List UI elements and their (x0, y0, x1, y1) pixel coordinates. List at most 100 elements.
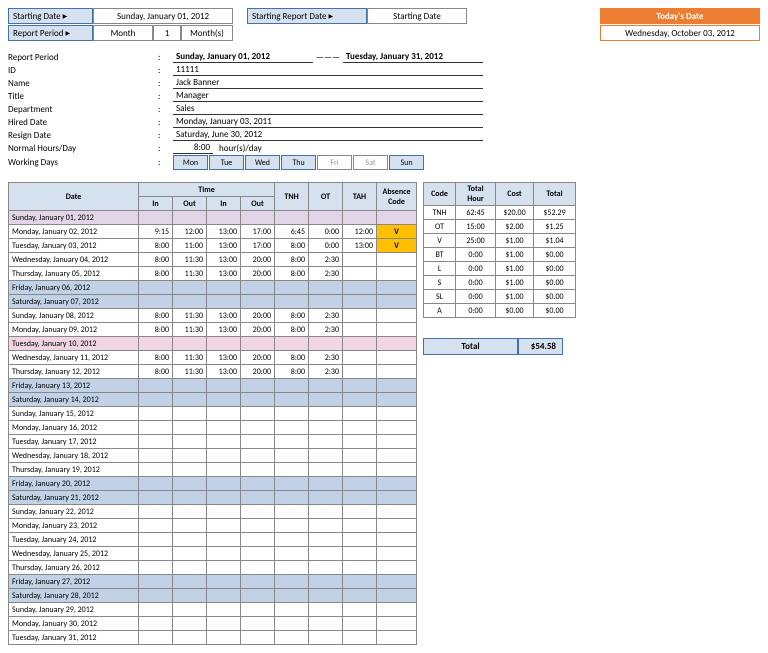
cell-in1[interactable] (139, 211, 173, 225)
cell-in1[interactable] (139, 533, 173, 547)
cell-in1[interactable]: 8:00 (139, 267, 173, 281)
cell-in1[interactable] (139, 561, 173, 575)
cell-in1[interactable] (139, 505, 173, 519)
cell-out1[interactable]: 11:30 (173, 365, 207, 379)
cell-in2[interactable] (207, 603, 241, 617)
cell-in2[interactable] (207, 631, 241, 645)
cell-out2[interactable] (241, 393, 275, 407)
cell-in2[interactable] (207, 407, 241, 421)
cell-out2[interactable]: 17:00 (241, 225, 275, 239)
cell-in1[interactable] (139, 281, 173, 295)
cell-out1[interactable] (173, 435, 207, 449)
starting-date-value[interactable]: Sunday, January 01, 2012 (93, 8, 233, 24)
cell-in1[interactable] (139, 575, 173, 589)
cell-out1[interactable] (173, 519, 207, 533)
cell-in2[interactable] (207, 477, 241, 491)
cell-out2[interactable] (241, 211, 275, 225)
cell-out2[interactable] (241, 505, 275, 519)
cell-out1[interactable] (173, 589, 207, 603)
cell-out1[interactable]: 11:30 (173, 323, 207, 337)
cell-out1[interactable]: 11:30 (173, 309, 207, 323)
cell-out2[interactable]: 20:00 (241, 309, 275, 323)
cell-out1[interactable] (173, 407, 207, 421)
cell-out1[interactable]: 11:30 (173, 267, 207, 281)
cell-in1[interactable] (139, 603, 173, 617)
cell-in1[interactable]: 8:00 (139, 309, 173, 323)
cell-out1[interactable] (173, 603, 207, 617)
cell-in2[interactable] (207, 561, 241, 575)
cell-out2[interactable]: 20:00 (241, 267, 275, 281)
day-sat[interactable]: Sat (353, 155, 388, 170)
cell-in1[interactable] (139, 463, 173, 477)
cell-in1[interactable] (139, 407, 173, 421)
cell-in1[interactable]: 8:00 (139, 253, 173, 267)
cell-out2[interactable] (241, 575, 275, 589)
cell-in1[interactable] (139, 337, 173, 351)
cell-out1[interactable] (173, 211, 207, 225)
cell-in2[interactable] (207, 533, 241, 547)
cell-in2[interactable] (207, 575, 241, 589)
cell-out2[interactable]: 17:00 (241, 239, 275, 253)
cell-out2[interactable]: 20:00 (241, 351, 275, 365)
cell-out2[interactable] (241, 295, 275, 309)
cell-in1[interactable] (139, 491, 173, 505)
cell-in1[interactable] (139, 393, 173, 407)
cell-out1[interactable]: 11:30 (173, 253, 207, 267)
cell-in1[interactable] (139, 379, 173, 393)
cell-in2[interactable] (207, 519, 241, 533)
cell-in2[interactable] (207, 281, 241, 295)
cell-out2[interactable] (241, 533, 275, 547)
day-wed[interactable]: Wed (245, 155, 280, 170)
cell-out2[interactable] (241, 603, 275, 617)
cell-in2[interactable] (207, 337, 241, 351)
cell-out2[interactable] (241, 547, 275, 561)
cell-in2[interactable] (207, 211, 241, 225)
cell-out2[interactable] (241, 407, 275, 421)
cell-out1[interactable] (173, 631, 207, 645)
cell-out2[interactable] (241, 421, 275, 435)
cell-in2[interactable]: 13:00 (207, 267, 241, 281)
cell-in1[interactable]: 8:00 (139, 323, 173, 337)
starting-report-date-value[interactable]: Starting Date (367, 8, 467, 24)
cell-in2[interactable]: 13:00 (207, 309, 241, 323)
cell-out1[interactable] (173, 421, 207, 435)
cell-in1[interactable] (139, 295, 173, 309)
cell-out1[interactable] (173, 393, 207, 407)
cell-out2[interactable] (241, 589, 275, 603)
cell-out2[interactable] (241, 379, 275, 393)
cell-in2[interactable] (207, 505, 241, 519)
cell-out2[interactable] (241, 477, 275, 491)
cell-in1[interactable] (139, 589, 173, 603)
cell-out1[interactable] (173, 463, 207, 477)
day-thu[interactable]: Thu (281, 155, 316, 170)
cell-in1[interactable] (139, 631, 173, 645)
cell-out1[interactable] (173, 281, 207, 295)
cell-out1[interactable] (173, 379, 207, 393)
cell-in1[interactable]: 8:00 (139, 239, 173, 253)
month-label[interactable]: Month (93, 25, 153, 41)
cell-in1[interactable] (139, 617, 173, 631)
cell-in1[interactable] (139, 519, 173, 533)
cell-in2[interactable]: 13:00 (207, 351, 241, 365)
cell-in1[interactable]: 9:15 (139, 225, 173, 239)
cell-out2[interactable] (241, 281, 275, 295)
cell-in2[interactable] (207, 463, 241, 477)
cell-out2[interactable] (241, 631, 275, 645)
cell-in2[interactable] (207, 393, 241, 407)
day-mon[interactable]: Mon (173, 155, 208, 170)
cell-out2[interactable] (241, 491, 275, 505)
cell-in2[interactable] (207, 379, 241, 393)
month-number[interactable]: 1 (153, 25, 181, 41)
cell-in1[interactable] (139, 547, 173, 561)
cell-in1[interactable]: 8:00 (139, 365, 173, 379)
cell-out2[interactable] (241, 337, 275, 351)
cell-in2[interactable]: 13:00 (207, 225, 241, 239)
cell-in1[interactable]: 8:00 (139, 351, 173, 365)
cell-in2[interactable]: 13:00 (207, 323, 241, 337)
cell-in1[interactable] (139, 449, 173, 463)
cell-out2[interactable] (241, 435, 275, 449)
cell-in1[interactable] (139, 435, 173, 449)
day-fri[interactable]: Fri (317, 155, 352, 170)
cell-out2[interactable] (241, 561, 275, 575)
cell-out2[interactable]: 20:00 (241, 323, 275, 337)
